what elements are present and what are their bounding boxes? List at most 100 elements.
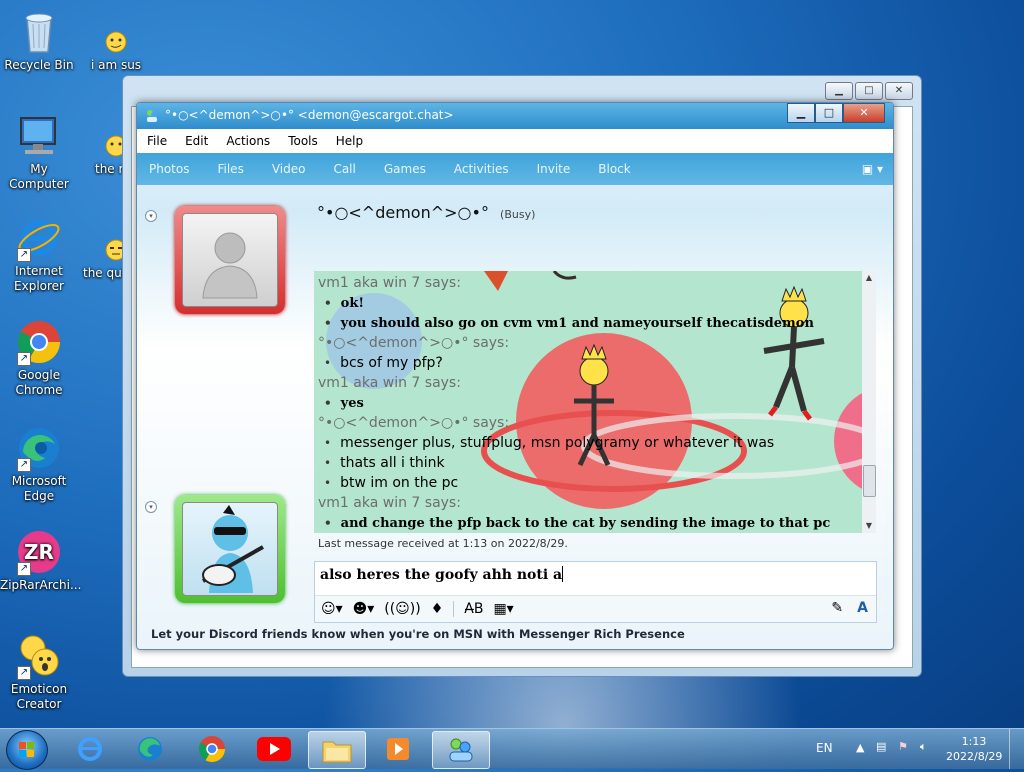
messenger-buddies-icon [145, 109, 159, 123]
action-toolbar: Photos Files Video Call Games Activities… [137, 153, 893, 185]
taskbar-chrome[interactable] [184, 731, 240, 767]
chat-scrollbar[interactable]: ▲ ▼ [862, 271, 876, 533]
toolbar-block[interactable]: Block [598, 162, 630, 176]
menu-bar: File Edit Actions Tools Help [137, 129, 893, 153]
close-button[interactable]: ✕ [843, 103, 885, 123]
chat-sender-line: vm1 aka win 7 says: [318, 375, 461, 391]
footer-advertisement[interactable]: Let your Discord friends know when you'r… [151, 627, 685, 641]
desktop-icon-label: Recycle Bin [4, 58, 74, 72]
chat-sender-line: °•○<^demon^>○•° says: [318, 335, 510, 351]
taskbar-messenger[interactable] [432, 731, 490, 769]
spellcheck-icon[interactable]: A̶B [464, 601, 483, 617]
desktop-icon-i-am-sus[interactable]: i am sus [77, 28, 155, 73]
title-bar[interactable]: °•○<^demon^>○•° <demon@escargot.chat> ▁ … [137, 103, 893, 129]
show-desktop-button[interactable] [1009, 729, 1024, 769]
menu-file[interactable]: File [147, 134, 167, 148]
toolbar-video[interactable]: Video [272, 162, 306, 176]
chat-messages: vm1 aka win 7 says: ok!you should also go… [318, 273, 860, 533]
messenger-buddies-icon [449, 738, 473, 762]
chat-sender-line: °•○<^demon^>○•° says: [318, 415, 510, 431]
toolbar-files[interactable]: Files [217, 162, 243, 176]
compose-right-tools: ✎ A [831, 600, 868, 616]
taskbar-edge[interactable] [122, 731, 178, 767]
ziprar-icon: ZR ↗ [15, 528, 63, 576]
system-tray: EN ▲ ▤ ⚑ 🔈︎ 1:13 2022/8/29 [814, 729, 1024, 769]
close-button[interactable]: ✕ [885, 82, 913, 100]
desktop-icon-label: Microsoft Edge [11, 474, 67, 503]
menu-actions[interactable]: Actions [226, 134, 270, 148]
shortcut-arrow-icon: ↗ [17, 248, 31, 262]
desktop-icon-my-computer[interactable]: My Computer [0, 112, 78, 192]
desktop-icon-microsoft-edge[interactable]: ↗ Microsoft Edge [0, 424, 78, 504]
contact-avatar[interactable] [175, 206, 285, 314]
minimize-button[interactable]: ▁ [825, 82, 853, 100]
toolbar-games[interactable]: Games [384, 162, 426, 176]
volume-icon[interactable]: 🔈︎ [920, 740, 927, 754]
background-picker-icon[interactable]: ▦▾ [493, 601, 513, 617]
own-avatar[interactable] [175, 495, 285, 603]
text-caret [562, 566, 564, 582]
action-center-warning-icon[interactable]: ⚑ [898, 740, 908, 753]
menu-tools[interactable]: Tools [288, 134, 318, 148]
youtube-icon [257, 737, 291, 761]
chat-message: messenger plus, stuffplug, msn polygramy… [318, 433, 860, 453]
message-input[interactable]: also heres the goofy ahh noti a [320, 566, 564, 583]
recycle-bin-icon [15, 8, 63, 56]
network-icon[interactable]: ▤ [876, 740, 886, 753]
messenger-conversation-window[interactable]: °•○<^demon^>○•° <demon@escargot.chat> ▁ … [136, 102, 894, 650]
taskbar-file-explorer[interactable] [308, 731, 366, 769]
shortcut-arrow-icon: ↗ [17, 562, 31, 576]
contact-name: °•○<^demon^>○•° (Busy) [317, 203, 535, 222]
compose-toolbar: ☺▾ ☻▾ ((☺)) ♦ A̶B ▦▾ ✎ A [315, 595, 876, 622]
desktop-icon-label: My Computer [9, 162, 69, 191]
clock[interactable]: 1:13 2022/8/29 [946, 734, 1002, 764]
taskbar: EN ▲ ▤ ⚑ 🔈︎ 1:13 2022/8/29 [0, 728, 1024, 770]
chat-history[interactable]: vm1 aka win 7 says: ok!you should also go… [314, 271, 876, 533]
font-icon[interactable]: A [857, 600, 868, 616]
scroll-down-arrow-icon[interactable]: ▼ [862, 519, 876, 533]
shortcut-arrow-icon: ↗ [17, 666, 31, 680]
language-indicator[interactable]: EN [816, 741, 833, 755]
toolbar-photos[interactable]: Photos [149, 162, 189, 176]
toolbar-activities[interactable]: Activities [454, 162, 509, 176]
desktop-icon-ziprararchiver[interactable]: ZR ↗ ZipRarArchi... [0, 528, 82, 593]
desktop-icon-google-chrome[interactable]: ↗ Google Chrome [0, 318, 78, 398]
toolbar-invite[interactable]: Invite [537, 162, 571, 176]
desktop-icon-label: ZipRarArchi... [0, 578, 82, 592]
voice-clip-icon[interactable]: ♦ [431, 601, 444, 617]
taskbar-media-player[interactable] [370, 731, 426, 767]
emoticon-picker-icon[interactable]: ☺▾ [321, 601, 343, 617]
maximize-button[interactable]: □ [855, 82, 883, 100]
taskbar-internet-explorer[interactable] [62, 731, 118, 767]
media-player-icon [387, 738, 409, 760]
internet-explorer-icon: ↗ [15, 214, 63, 262]
desktop-icon-recycle-bin[interactable]: Recycle Bin [0, 8, 78, 73]
wink-picker-icon[interactable]: ☻▾ [353, 601, 375, 617]
window-title: °•○<^demon^>○•° <demon@escargot.chat> [165, 108, 454, 122]
taskbar-youtube[interactable] [246, 731, 302, 767]
minimize-button[interactable]: ▁ [787, 103, 815, 123]
collapse-own-avatar-toggle[interactable]: ▾ [145, 501, 157, 513]
desktop-icon-internet-explorer[interactable]: ↗ Internet Explorer [0, 214, 78, 294]
show-hidden-icons-icon[interactable]: ▲ [856, 741, 864, 754]
window-controls: ▁ □ ✕ [787, 103, 885, 123]
menu-help[interactable]: Help [336, 134, 363, 148]
handwriting-icon[interactable]: ✎ [831, 600, 843, 616]
chat-message: thats all i think [318, 453, 860, 473]
desktop-icon-emoticon-creator[interactable]: ↗ Emoticon Creator [0, 632, 78, 712]
toolbar-call[interactable]: Call [333, 162, 355, 176]
clock-time: 1:13 [961, 735, 987, 748]
message-compose-box[interactable]: also heres the goofy ahh noti a ☺▾ ☻▾ ((… [314, 561, 877, 623]
scroll-thumb[interactable] [863, 465, 876, 497]
collapse-contact-toggle[interactable]: ▾ [145, 210, 157, 222]
start-button[interactable] [6, 730, 48, 770]
clock-date: 2022/8/29 [946, 750, 1003, 763]
maximize-button[interactable]: □ [815, 103, 843, 123]
background-window-controls: ▁ □ ✕ [825, 82, 913, 100]
scroll-up-arrow-icon[interactable]: ▲ [862, 271, 876, 285]
message-input-text: also heres the goofy ahh noti a [320, 567, 563, 583]
toolbar-more-icon[interactable]: ▣ ▾ [862, 162, 883, 176]
nudge-icon[interactable]: ((☺)) [384, 601, 420, 617]
avatar-image [182, 502, 278, 596]
menu-edit[interactable]: Edit [185, 134, 208, 148]
